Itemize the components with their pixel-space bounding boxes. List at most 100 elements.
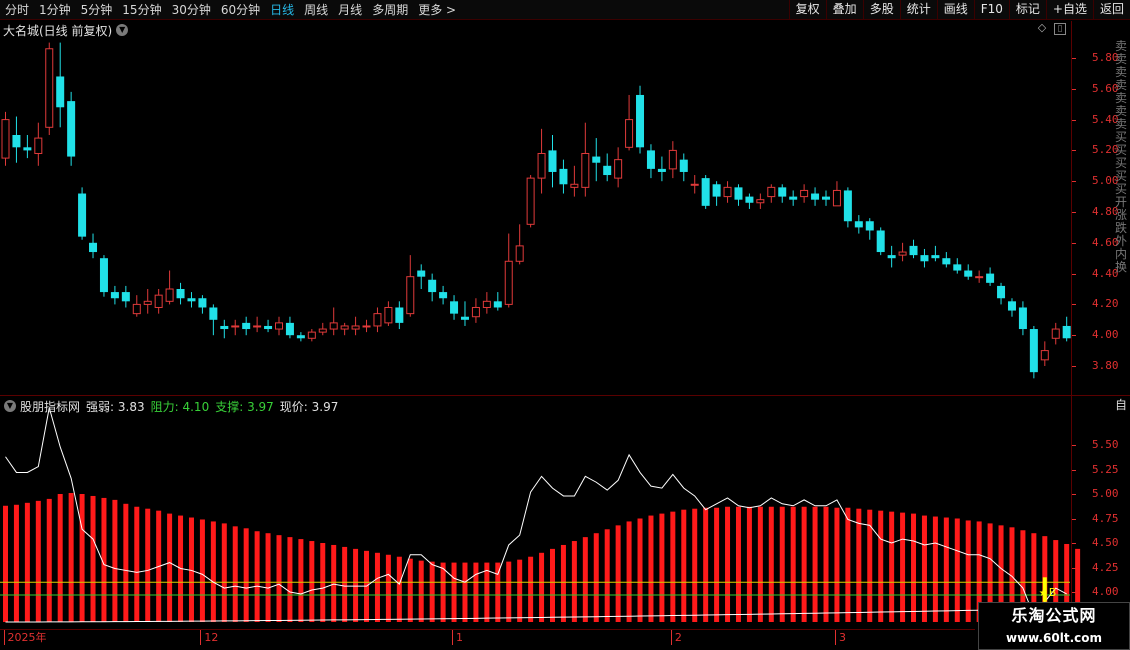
indicator-bar [232,526,238,622]
indicator-bar [407,558,413,622]
candle-body-up [832,189,841,207]
indicator-bar [845,507,851,622]
candle-body-down [89,242,98,253]
candle-body-down [110,292,119,299]
indicator-bar [451,562,457,622]
candle-body-up [275,322,283,330]
candle-body-down [865,221,874,231]
indicator-bar [385,554,391,622]
candle-body-up [756,199,765,204]
indicator-bar [418,560,424,622]
candle-body-down [56,76,65,108]
candle-body-up [668,149,677,170]
candle-body-up [1040,350,1049,361]
indicator-bar [13,504,19,622]
support-label: 支撑: [215,399,244,414]
date-axis-label: 2025年 [3,630,47,645]
chart-canvas: B★ [0,42,1081,623]
indicator-bar [123,503,129,622]
indicator-bar [560,544,566,622]
candle-body-down [997,285,1006,299]
indicator-bar [615,525,621,622]
candle-body-down [264,325,273,330]
candle-body-up [253,325,262,328]
price-axis-tick [1072,58,1076,59]
indicator-axis-tick [1072,494,1076,495]
indicator-bar [46,498,52,622]
candle-body-down [854,221,863,228]
support-readout: 支撑: 3.97 [215,398,274,415]
candle-body-up [1051,328,1060,339]
candle-body-up [537,152,546,179]
candle-body-up [471,306,480,318]
indicator-bar [932,516,938,622]
indicator-bar [823,506,829,622]
candle-body-up [34,137,43,154]
indicator-bar [768,506,774,622]
indicator-bar [779,506,785,622]
candle-body-up [690,183,699,186]
candle-body-down [1062,325,1071,339]
indicator-axis-tick [1072,518,1076,520]
candle-body-up [307,331,316,339]
candle-body-up [570,183,579,188]
watermark: 乐淘公式网 www.60lt.com [978,602,1130,650]
indicator-bar [276,535,282,622]
strength-readout: 强弱: 3.83 [86,398,145,415]
support-value: 3.97 [247,399,274,414]
indicator-axis-label: 4.00 [1092,585,1119,598]
price-axis-tick [1072,366,1076,367]
price-line [5,407,1067,617]
price-readout: 现价: 3.97 [280,398,339,415]
indicator-bar [626,521,632,622]
indicator-axis-label: 4.50 [1092,536,1119,549]
candle-body-down [428,279,437,293]
resistance-value: 4.10 [182,399,210,414]
candle-body-down [187,298,196,302]
indicator-bar [856,508,862,622]
candle-body-down [942,258,951,265]
indicator-bar [867,509,873,622]
strength-value: 3.83 [117,399,145,414]
candle-body-down [964,270,973,277]
candle-body-up [340,325,349,330]
watermark-title: 乐淘公式网 [1011,606,1097,625]
indicator-axis-tick [1072,445,1076,446]
indicator-axis-tick [1072,543,1076,544]
axis-separator [1071,21,1072,626]
candle-body-down [439,292,448,299]
candle-body-down [121,292,130,302]
indicator-bar [134,506,140,622]
indicator-axis-tick [1072,567,1076,569]
chevron-down-icon[interactable]: ▼ [4,400,16,412]
buy-signal-label: B [1049,586,1057,599]
indicator-bar [834,507,840,622]
candle-body-up [132,303,141,315]
date-axis-label: 2 [670,630,682,645]
indicator-bar [692,508,698,622]
price-value: 3.97 [311,399,339,414]
resistance-label: 阻力: [150,399,179,414]
indicator-bar [670,511,676,622]
star-icon: ★ [1039,588,1048,599]
candle-body-down [67,101,76,157]
indicator-bar [374,552,380,622]
price-axis-tick [1072,212,1076,213]
indicator-bar [812,506,818,622]
indicator-bar [57,494,63,622]
candle-body-down [811,193,820,200]
indicator-bar [900,512,906,622]
indicator-bar [943,517,949,622]
candle-body-up [898,251,907,256]
candle-body-up [362,325,371,328]
candle-body-up [1,119,10,159]
candle-body-down [592,156,601,163]
panel-divider [0,395,1130,396]
candle-body-down [778,187,787,197]
indicator-bar [889,511,895,622]
indicator-bar [517,559,523,622]
price-axis-tick [1072,119,1076,121]
candle-body-down [920,255,929,262]
candle-body-down [12,135,21,148]
indicator-axis-label: 5.50 [1092,438,1119,451]
